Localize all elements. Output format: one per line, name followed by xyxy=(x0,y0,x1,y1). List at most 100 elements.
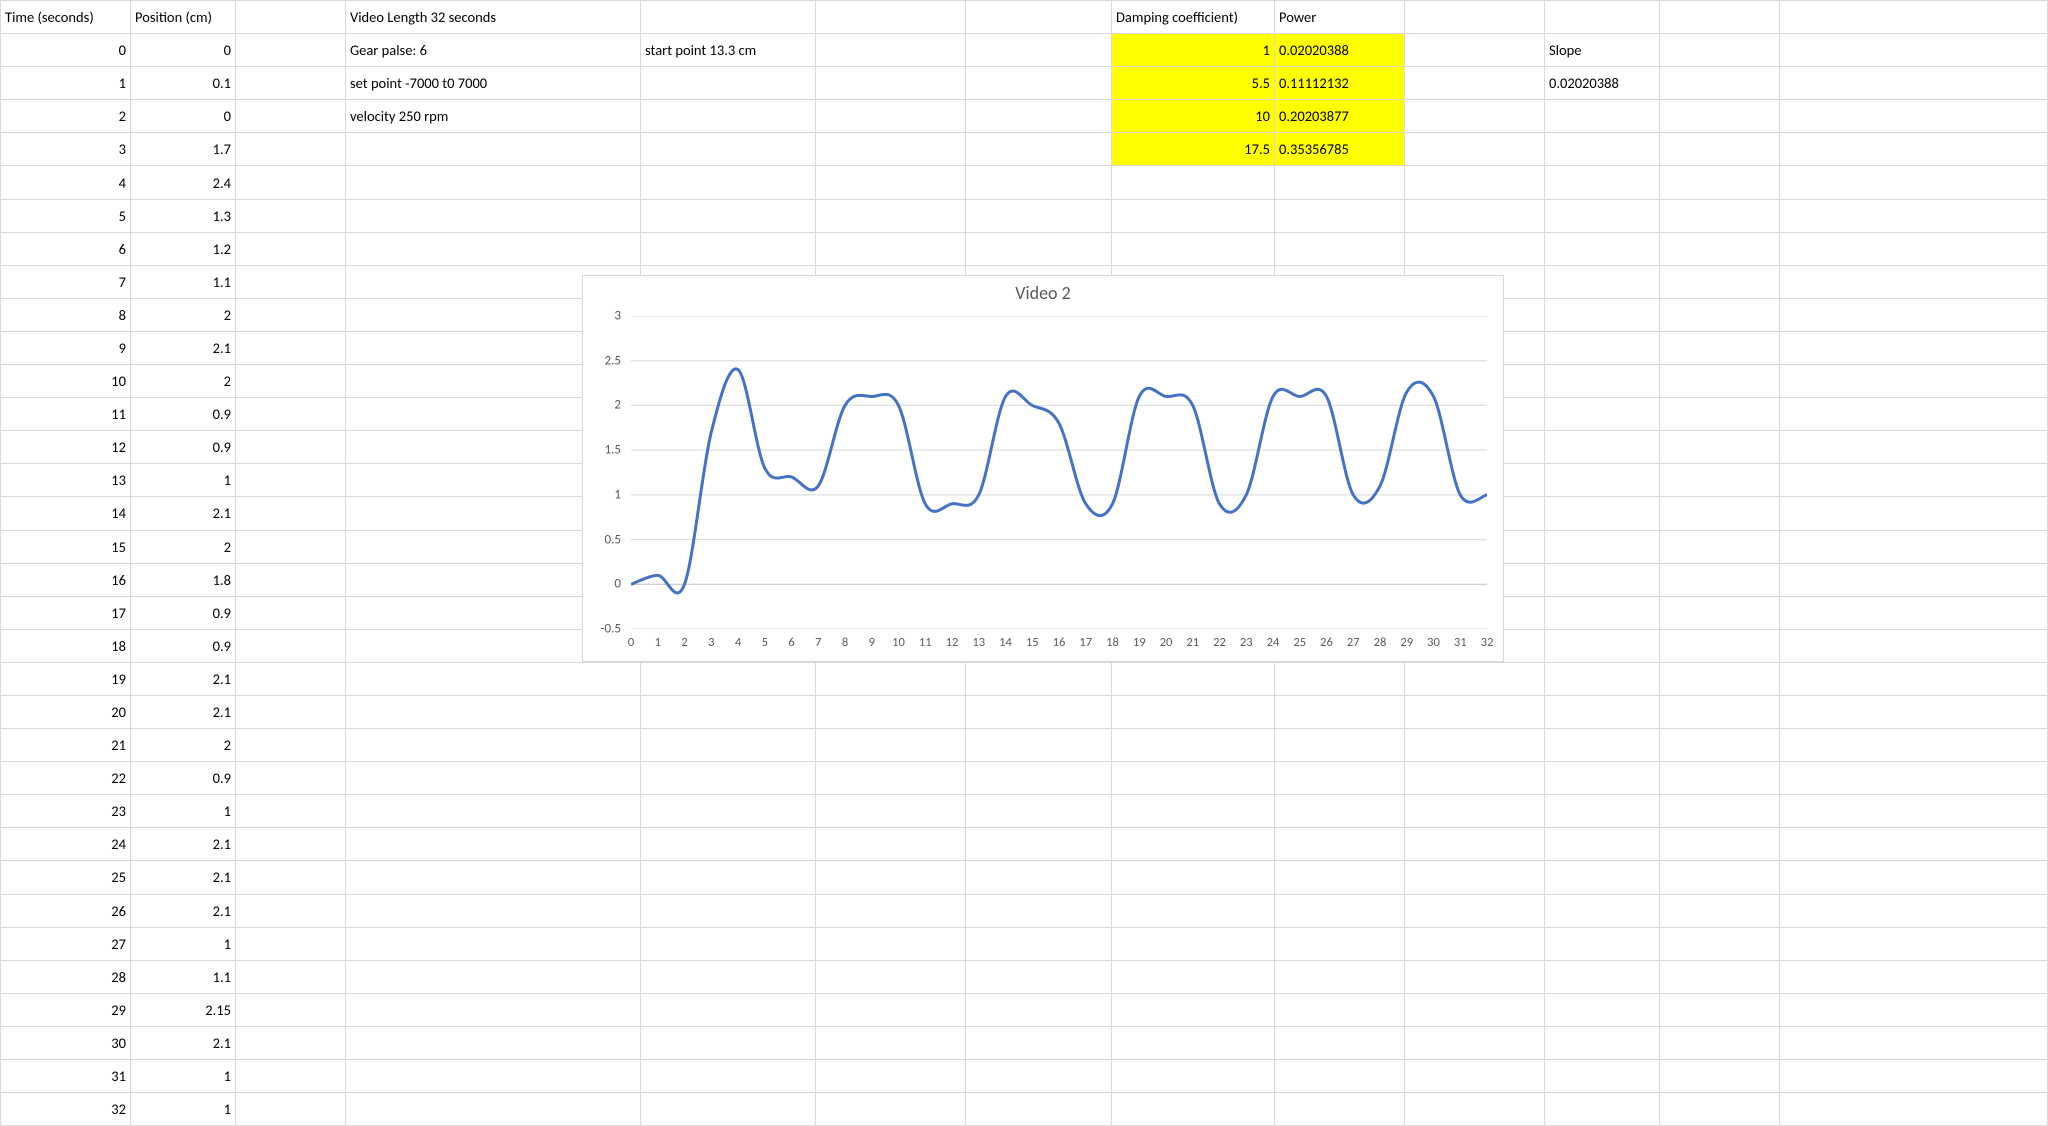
cell-position[interactable]: 2.1 xyxy=(131,497,236,530)
chart-x-tick: 18 xyxy=(1106,635,1119,650)
cell-time[interactable]: 11 xyxy=(1,398,131,431)
cell-time[interactable]: 32 xyxy=(1,1093,131,1126)
note-velocity[interactable]: velocity 250 rpm xyxy=(346,100,641,133)
cell-position[interactable]: 0.9 xyxy=(131,762,236,795)
cell-time[interactable]: 20 xyxy=(1,695,131,728)
cell-position[interactable]: 2 xyxy=(131,298,236,331)
cell-position[interactable]: 1.1 xyxy=(131,265,236,298)
cell-time[interactable]: 3 xyxy=(1,133,131,166)
cell-power[interactable]: 0.20203877 xyxy=(1275,100,1405,133)
col-header-slope[interactable]: Slope xyxy=(1545,34,1660,67)
cell-position[interactable]: 1 xyxy=(131,927,236,960)
cell-position[interactable]: 2.1 xyxy=(131,662,236,695)
note-gear-palse[interactable]: Gear palse: 6 xyxy=(346,34,641,67)
chart-x-tick: 6 xyxy=(788,635,794,650)
cell-position[interactable]: 1.2 xyxy=(131,232,236,265)
cell-position[interactable]: 1 xyxy=(131,1093,236,1126)
cell-time[interactable]: 14 xyxy=(1,497,131,530)
cell-time[interactable]: 24 xyxy=(1,828,131,861)
cell-position[interactable]: 2.1 xyxy=(131,861,236,894)
cell-time[interactable]: 22 xyxy=(1,762,131,795)
cell-damping[interactable]: 10 xyxy=(1112,100,1275,133)
chart-y-tick: 0.5 xyxy=(605,532,621,547)
cell-time[interactable]: 25 xyxy=(1,861,131,894)
cell-time[interactable]: 4 xyxy=(1,166,131,199)
cell-power[interactable]: 0.35356785 xyxy=(1275,133,1405,166)
cell-time[interactable]: 31 xyxy=(1,1060,131,1093)
cell-time[interactable]: 29 xyxy=(1,993,131,1026)
cell-position[interactable]: 1.7 xyxy=(131,133,236,166)
chart-plot-area xyxy=(631,316,1487,629)
cell-time[interactable]: 8 xyxy=(1,298,131,331)
cell-damping[interactable]: 5.5 xyxy=(1112,67,1275,100)
cell-time[interactable]: 17 xyxy=(1,596,131,629)
cell-time[interactable]: 27 xyxy=(1,927,131,960)
cell-position[interactable]: 2.1 xyxy=(131,894,236,927)
cell-position[interactable]: 0 xyxy=(131,100,236,133)
cell-position[interactable]: 1 xyxy=(131,1060,236,1093)
cell-position[interactable]: 1 xyxy=(131,464,236,497)
cell-time[interactable]: 15 xyxy=(1,530,131,563)
cell-power[interactable]: 0.02020388 xyxy=(1275,34,1405,67)
cell-position[interactable]: 2 xyxy=(131,530,236,563)
cell-position[interactable]: 1.8 xyxy=(131,563,236,596)
cell-position[interactable]: 0 xyxy=(131,34,236,67)
cell-position[interactable]: 0.9 xyxy=(131,431,236,464)
cell-time[interactable]: 12 xyxy=(1,431,131,464)
cell-position[interactable]: 0.1 xyxy=(131,67,236,100)
cell-position[interactable]: 2 xyxy=(131,365,236,398)
col-header-power[interactable]: Power xyxy=(1275,1,1405,34)
cell-position[interactable]: 1 xyxy=(131,795,236,828)
chart-y-tick: -0.5 xyxy=(601,622,621,637)
cell-damping[interactable]: 1 xyxy=(1112,34,1275,67)
chart-x-tick: 17 xyxy=(1079,635,1092,650)
chart-x-tick: 19 xyxy=(1133,635,1146,650)
chart-video-2[interactable]: Video 2 -0.500.511.522.53 01234567891011… xyxy=(582,275,1504,662)
cell-position[interactable]: 2.1 xyxy=(131,1026,236,1059)
chart-x-tick: 1 xyxy=(655,635,661,650)
chart-x-tick: 11 xyxy=(919,635,932,650)
cell-position[interactable]: 1.1 xyxy=(131,960,236,993)
col-header-position[interactable]: Position (cm) xyxy=(131,1,236,34)
cell-time[interactable]: 0 xyxy=(1,34,131,67)
cell-time[interactable]: 21 xyxy=(1,729,131,762)
cell-time[interactable]: 16 xyxy=(1,563,131,596)
col-header-time[interactable]: Time (seconds) xyxy=(1,1,131,34)
cell-time[interactable]: 30 xyxy=(1,1026,131,1059)
cell-time[interactable]: 19 xyxy=(1,662,131,695)
cell-power[interactable]: 0.11112132 xyxy=(1275,67,1405,100)
cell-time[interactable]: 23 xyxy=(1,795,131,828)
cell-time[interactable]: 6 xyxy=(1,232,131,265)
cell-time[interactable]: 28 xyxy=(1,960,131,993)
note-set-point[interactable]: set point -7000 t0 7000 xyxy=(346,67,641,100)
cell-time[interactable]: 7 xyxy=(1,265,131,298)
cell-time[interactable]: 9 xyxy=(1,331,131,364)
cell-position[interactable]: 0.9 xyxy=(131,596,236,629)
cell-time[interactable]: 26 xyxy=(1,894,131,927)
note-video-length[interactable]: Video Length 32 seconds xyxy=(346,1,641,34)
cell-position[interactable]: 2.1 xyxy=(131,695,236,728)
cell-position[interactable]: 2.4 xyxy=(131,166,236,199)
cell-slope-value[interactable]: 0.02020388 xyxy=(1545,67,1660,100)
cell-time[interactable]: 13 xyxy=(1,464,131,497)
chart-x-tick: 8 xyxy=(842,635,848,650)
chart-x-tick: 28 xyxy=(1374,635,1387,650)
chart-x-tick: 10 xyxy=(892,635,905,650)
col-header-damping[interactable]: Damping coefficient) xyxy=(1112,1,1275,34)
note-start-point[interactable]: start point 13.3 cm xyxy=(641,34,816,67)
cell-time[interactable]: 1 xyxy=(1,67,131,100)
chart-x-tick: 16 xyxy=(1053,635,1066,650)
cell-position[interactable]: 1.3 xyxy=(131,199,236,232)
cell-damping[interactable]: 17.5 xyxy=(1112,133,1275,166)
cell-time[interactable]: 10 xyxy=(1,365,131,398)
cell-position[interactable]: 2.1 xyxy=(131,331,236,364)
cell-time[interactable]: 2 xyxy=(1,100,131,133)
chart-x-tick: 26 xyxy=(1320,635,1333,650)
cell-position[interactable]: 2.1 xyxy=(131,828,236,861)
cell-position[interactable]: 2.15 xyxy=(131,993,236,1026)
cell-time[interactable]: 18 xyxy=(1,629,131,662)
cell-time[interactable]: 5 xyxy=(1,199,131,232)
cell-position[interactable]: 0.9 xyxy=(131,629,236,662)
cell-position[interactable]: 2 xyxy=(131,729,236,762)
cell-position[interactable]: 0.9 xyxy=(131,398,236,431)
